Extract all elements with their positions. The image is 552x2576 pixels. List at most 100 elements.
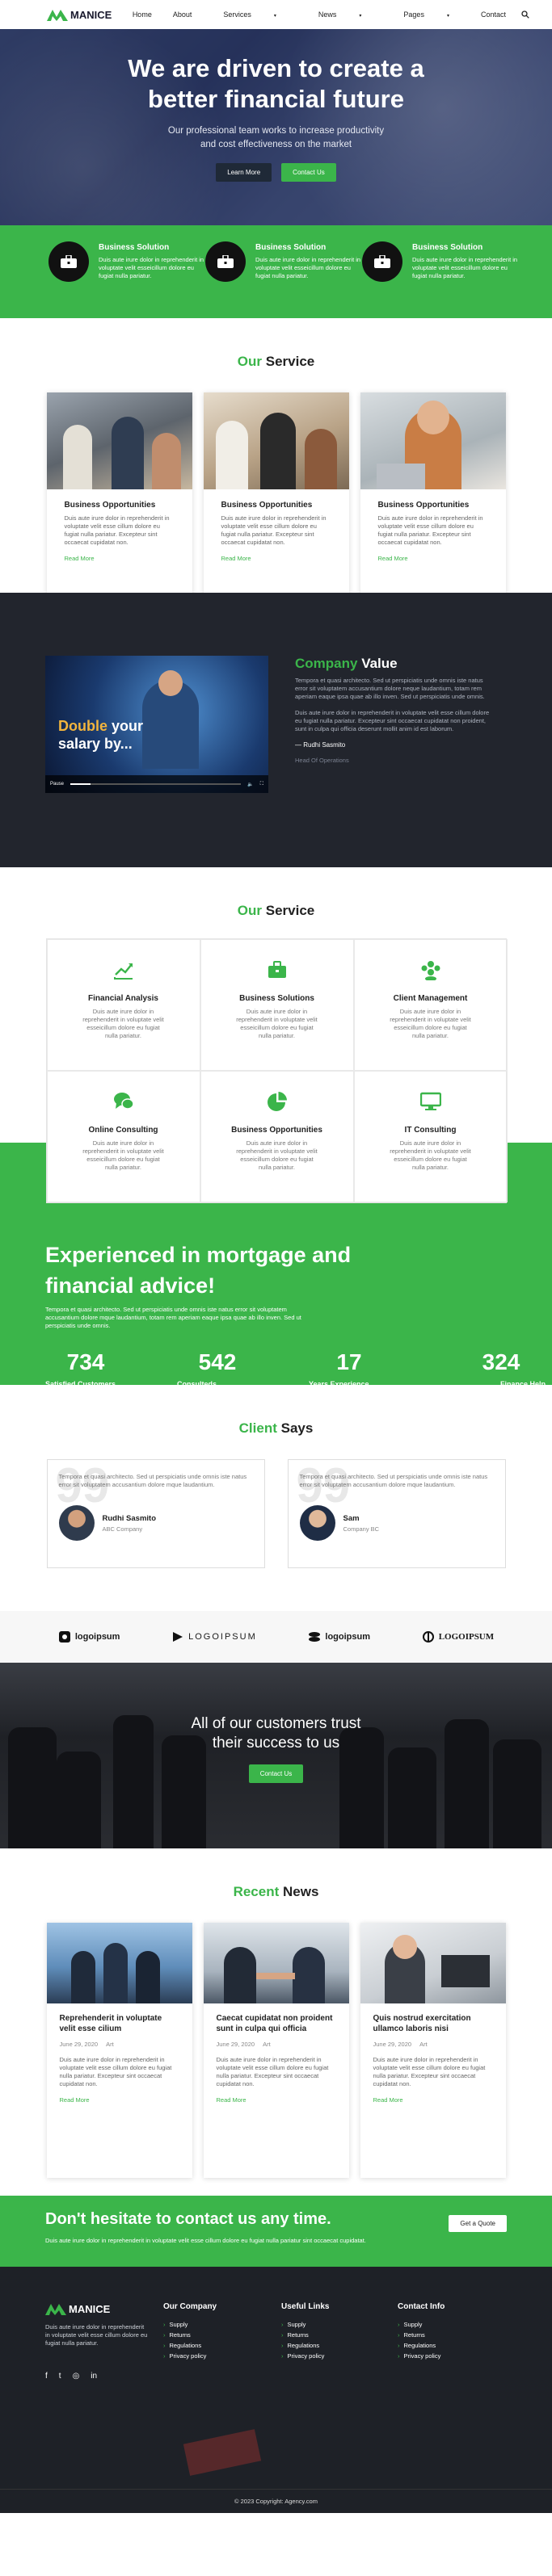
- get-quote-button[interactable]: Get a Quote: [449, 2215, 507, 2232]
- site-header: MANICE Home About Services ▾ News ▾ Pages ▾…: [0, 0, 552, 29]
- read-more-link[interactable]: Read More: [217, 2096, 336, 2104]
- company-value-section: Double your salary by... Pause 🔈 ⛶ Compan…: [0, 593, 552, 867]
- twitter-icon[interactable]: t: [59, 2372, 61, 2381]
- hero-subtitle: Our professional team works to increase …: [0, 124, 552, 152]
- author-company: Company BC: [343, 1525, 380, 1533]
- footer-link[interactable]: Privacy policy: [398, 2351, 445, 2361]
- service-tile[interactable]: Client Management Duis aute irure dolor …: [353, 939, 508, 1071]
- pause-button[interactable]: Pause: [50, 782, 64, 787]
- partner-logo[interactable]: LOGOIPSUM: [422, 1630, 494, 1643]
- footer-link[interactable]: Regulations: [163, 2340, 217, 2351]
- footer-link[interactable]: Returns: [398, 2330, 445, 2340]
- learn-more-button[interactable]: Learn More: [216, 163, 272, 182]
- author-name: Sam: [343, 1513, 360, 1523]
- celebration-image: [46, 1923, 192, 2003]
- company-paragraph-1: Tempora et quasi architecto. Sed ut pers…: [295, 677, 485, 700]
- partner-logo[interactable]: logoipsum: [58, 1630, 120, 1643]
- news-excerpt: Duis aute irure dolor in reprehenderit i…: [373, 2056, 486, 2087]
- logo-mark-icon: [45, 2304, 66, 2315]
- service-grid-section: Our Service Financial Analysis Duis aute…: [0, 867, 552, 1203]
- nav-pages[interactable]: Pages ▾: [382, 10, 470, 19]
- service-tile[interactable]: IT Consulting Duis aute irure dolor in r…: [353, 1071, 508, 1202]
- nav-about[interactable]: About: [162, 10, 203, 19]
- company-value-title: Company Value: [295, 656, 493, 672]
- nav-contact[interactable]: Contact: [470, 10, 516, 19]
- footer-link[interactable]: Regulations: [281, 2340, 329, 2351]
- footer-link[interactable]: Regulations: [398, 2340, 445, 2351]
- service-card: Business Opportunities Duis aute irure d…: [46, 392, 192, 594]
- footer-link[interactable]: Privacy policy: [163, 2351, 217, 2361]
- news-cards: Reprehenderit in voluptate velit esse ci…: [0, 1923, 552, 2178]
- video-caption-line2: salary by...: [58, 736, 133, 752]
- video-progress-bar[interactable]: [70, 783, 242, 785]
- section-title-accent: Our: [237, 354, 262, 369]
- news-title[interactable]: Quis nostrud exercitation ullamco labori…: [373, 2013, 493, 2034]
- partner-logo[interactable]: logoipsum: [308, 1630, 370, 1643]
- tile-text: Duis aute irure dolor in reprehenderit i…: [390, 1008, 471, 1039]
- search-icon[interactable]: [521, 10, 529, 19]
- brand-logo[interactable]: MANICE: [47, 8, 112, 21]
- read-more-link[interactable]: Read More: [373, 2096, 493, 2104]
- section-title: Client Says: [0, 1420, 552, 1437]
- section-title-main: News: [283, 1884, 319, 1899]
- read-more-link[interactable]: Read More: [378, 555, 506, 562]
- tile-text: Duis aute irure dolor in reprehenderit i…: [236, 1008, 318, 1039]
- social-links: f t ◎ in: [45, 2372, 552, 2381]
- site-footer: MANICE Duis aute irure dolor in reprehen…: [0, 2267, 552, 2513]
- news-title[interactable]: Caecat cupidatat non proident sunt in cu…: [217, 2013, 336, 2034]
- briefcase-icon: [268, 961, 286, 978]
- solution-item: Business Solution Duis aute irure dolor i…: [362, 241, 519, 318]
- tile-title: Business Opportunities: [231, 1126, 322, 1135]
- audience-silhouette: [57, 1752, 101, 1848]
- footer-link[interactable]: Returns: [281, 2330, 329, 2340]
- video-player[interactable]: Double your salary by... Pause 🔈 ⛶: [45, 656, 268, 793]
- pie-chart-icon: [267, 1092, 287, 1111]
- service-tile[interactable]: Financial Analysis Duis aute irure dolor…: [46, 939, 200, 1071]
- nav-pages-label: Pages: [403, 10, 424, 19]
- footer-link[interactable]: Privacy policy: [281, 2351, 329, 2361]
- instagram-icon[interactable]: ◎: [73, 2372, 80, 2381]
- facebook-icon[interactable]: f: [45, 2372, 48, 2381]
- footer-link[interactable]: Supply: [398, 2319, 445, 2330]
- nav-news[interactable]: News ▾: [297, 10, 383, 19]
- service-tile[interactable]: Online Consulting Duis aute irure dolor …: [46, 1071, 200, 1202]
- brand-name: MANICE: [70, 8, 112, 21]
- hero-title: We are driven to create a better financia…: [0, 29, 552, 115]
- hero-title-line2: better financial future: [148, 85, 404, 113]
- stat-label: Satisfied Customers: [45, 1380, 116, 1388]
- call-center-image: [360, 1923, 506, 2003]
- nav-services[interactable]: Services ▾: [202, 10, 297, 19]
- news-card: Reprehenderit in voluptate velit esse ci…: [46, 1923, 192, 2178]
- solution-text: Duis aute irure dolor in reprehenderit i…: [412, 256, 518, 279]
- news-tag[interactable]: Art: [419, 2041, 428, 2048]
- contact-us-button[interactable]: Contact Us: [248, 1764, 304, 1783]
- service-tile[interactable]: Business Solutions Duis aute irure dolor…: [200, 939, 354, 1071]
- linkedin-icon[interactable]: in: [91, 2372, 97, 2381]
- read-more-link[interactable]: Read More: [221, 555, 349, 562]
- nav-home[interactable]: Home: [122, 10, 162, 19]
- tile-text: Duis aute irure dolor in reprehenderit i…: [390, 1139, 471, 1171]
- read-more-link[interactable]: Read More: [60, 2096, 179, 2104]
- partner-logo[interactable]: LOGOIPSUM: [171, 1630, 257, 1643]
- news-title[interactable]: Reprehenderit in voluptate velit esse ci…: [60, 2013, 179, 2034]
- partner-logo-text: LOGOIPSUM: [188, 1632, 257, 1642]
- footer-col-title: Contact Info: [398, 2302, 445, 2311]
- logo-mark-icon: [47, 10, 68, 21]
- footer-link[interactable]: Supply: [281, 2319, 329, 2330]
- hero-subtitle-line2: and cost effectiveness on the market: [200, 140, 352, 149]
- news-tag[interactable]: Art: [106, 2041, 114, 2048]
- footer-link[interactable]: Returns: [163, 2330, 217, 2340]
- fullscreen-icon[interactable]: ⛶: [260, 782, 263, 787]
- contact-us-button[interactable]: Contact Us: [281, 163, 336, 182]
- volume-icon[interactable]: 🔈: [247, 782, 253, 787]
- news-card: Caecat cupidatat non proident sunt in cu…: [203, 1923, 349, 2178]
- service-tile[interactable]: Business Opportunities Duis aute irure d…: [200, 1071, 354, 1202]
- chevron-down-icon: ▾: [446, 14, 449, 19]
- read-more-link[interactable]: Read More: [65, 555, 192, 562]
- footer-link[interactable]: Supply: [163, 2319, 217, 2330]
- news-section: Recent News Reprehenderit in voluptate v…: [0, 1848, 552, 2196]
- office-team-image: [46, 392, 192, 489]
- chat-icon: [113, 1093, 134, 1110]
- section-title: Our Service: [0, 903, 552, 919]
- news-tag[interactable]: Art: [263, 2041, 271, 2048]
